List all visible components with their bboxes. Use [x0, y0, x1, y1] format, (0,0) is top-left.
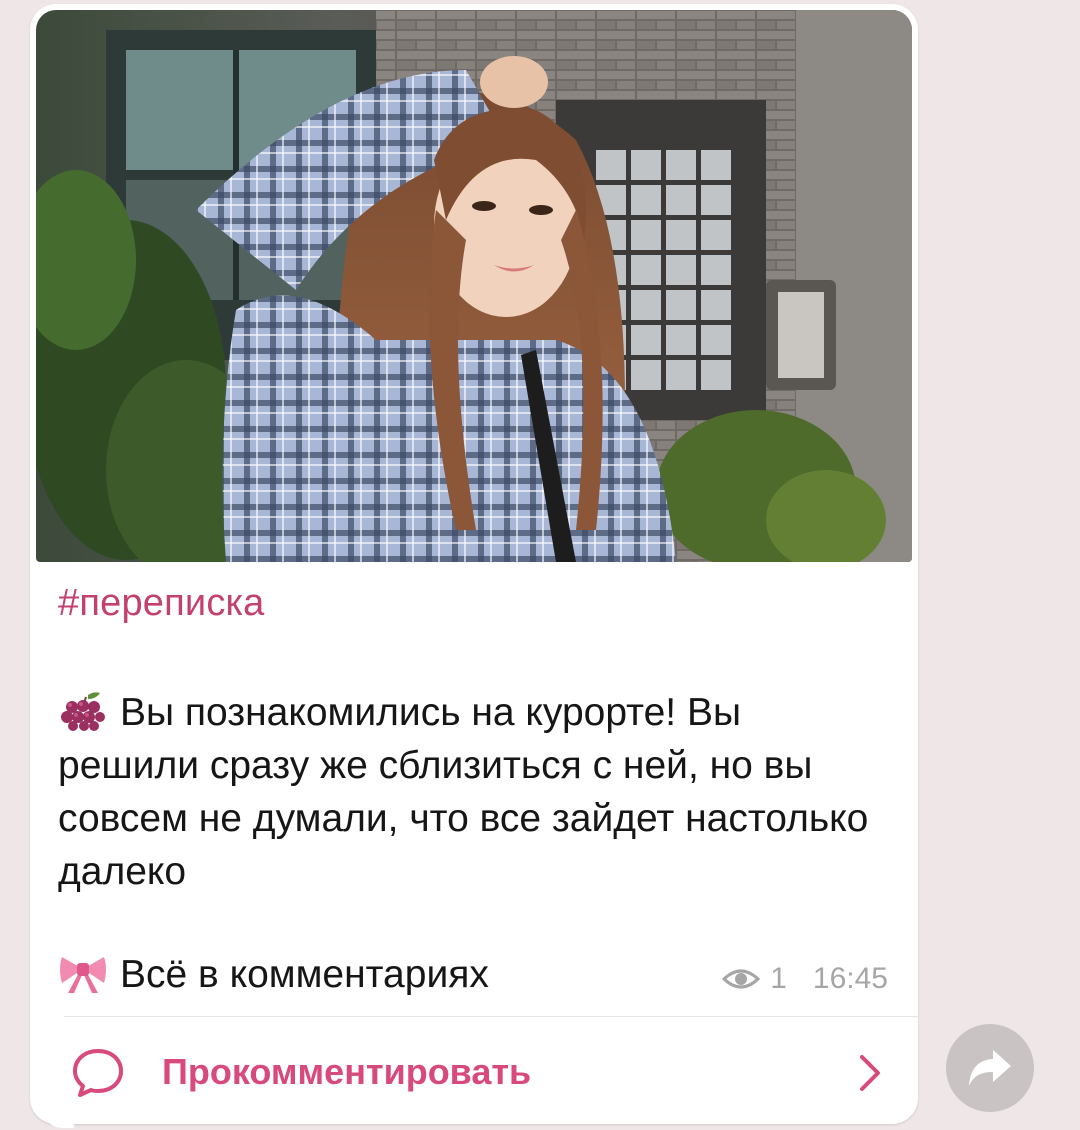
view-count: 1 — [770, 962, 787, 995]
hashtag-link[interactable]: #переписка — [58, 582, 265, 625]
grapes-icon — [58, 691, 108, 733]
share-arrow-icon — [969, 1050, 1011, 1086]
comment-icon — [73, 1049, 123, 1097]
comment-button[interactable]: Прокомментировать — [30, 1017, 918, 1124]
post-photo[interactable] — [36, 10, 912, 562]
ribbon-icon — [58, 953, 108, 995]
chevron-right-icon — [860, 1055, 880, 1091]
eye-icon — [722, 969, 761, 989]
message-time: 16:45 — [812, 962, 888, 995]
footer-text: Всё в комментариях — [120, 953, 489, 996]
share-button[interactable] — [946, 1024, 1034, 1112]
footer-line: Всё в комментариях — [58, 948, 489, 1001]
post-body: Вы познакомились на курорте! Вы решили с… — [58, 691, 869, 893]
comment-label: Прокомментировать — [162, 1051, 532, 1092]
message-meta: 1 16:45 — [722, 962, 888, 996]
message-bubble[interactable]: #переписка Вы познакомились на курорте! … — [30, 4, 918, 1128]
post-text: Вы познакомились на курорте! Вы решили с… — [58, 686, 878, 898]
